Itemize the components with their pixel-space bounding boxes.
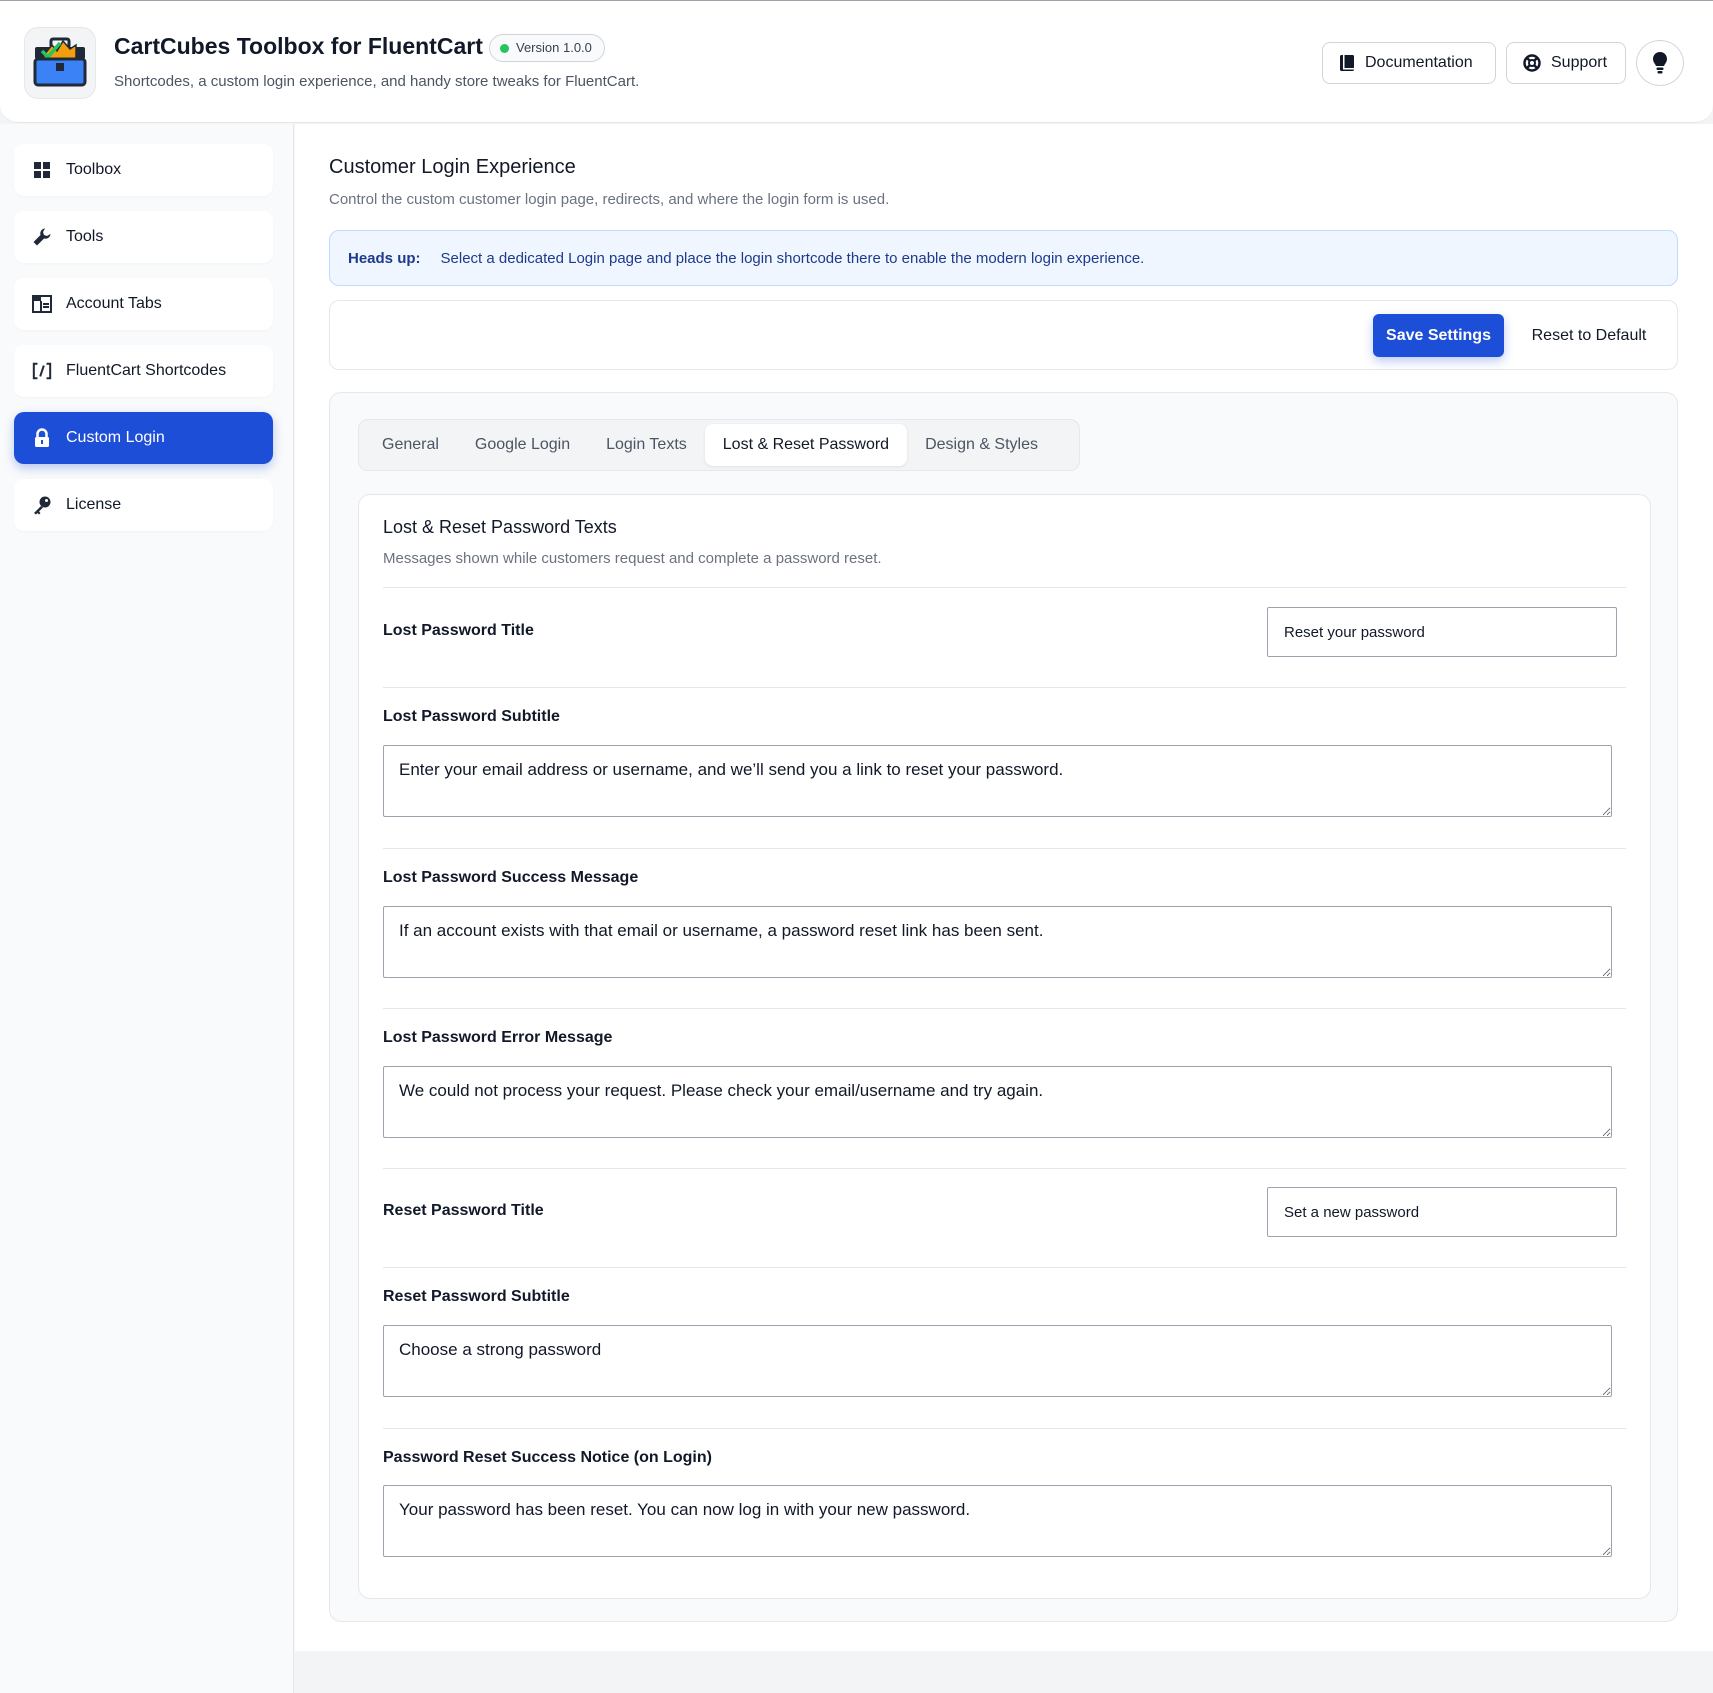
- page-subtitle: Control the custom customer login page, …: [329, 191, 890, 208]
- divider: [383, 1267, 1626, 1268]
- lost-password-title-label: Lost Password Title: [383, 622, 534, 639]
- divider: [383, 587, 1626, 588]
- lost-password-success-label: Lost Password Success Message: [383, 869, 639, 886]
- status-dot-icon: [500, 44, 509, 53]
- lost-password-subtitle-textarea[interactable]: Enter your email address or username, an…: [383, 745, 1612, 817]
- grid-icon: [32, 160, 52, 180]
- tab-design-styles[interactable]: Design & Styles: [907, 424, 1056, 466]
- reset-success-notice-textarea[interactable]: Your password has been reset. You can no…: [383, 1485, 1612, 1557]
- reset-password-subtitle-textarea[interactable]: Choose a strong password: [383, 1325, 1612, 1397]
- lost-password-title-input[interactable]: [1267, 607, 1617, 657]
- lost-password-error-textarea[interactable]: We could not process your request. Pleas…: [383, 1066, 1612, 1138]
- divider: [383, 1428, 1626, 1429]
- lost-password-error-label: Lost Password Error Message: [383, 1029, 613, 1046]
- support-label: Support: [1551, 54, 1608, 71]
- lost-password-success-textarea[interactable]: If an account exists with that email or …: [383, 906, 1612, 978]
- sidebar-item-label: Toolbox: [66, 161, 122, 178]
- app-subtitle: Shortcodes, a custom login experience, a…: [114, 73, 640, 90]
- page-title: Customer Login Experience: [329, 156, 576, 178]
- tab-login-texts[interactable]: Login Texts: [588, 424, 705, 466]
- sidebar-item-label: FluentCart Shortcodes: [66, 362, 227, 379]
- lock-icon: [32, 428, 52, 448]
- app-title: CartCubes Toolbox for FluentCart: [114, 33, 483, 59]
- toolbox-icon: [24, 27, 96, 99]
- reset-password-title-input[interactable]: [1267, 1187, 1617, 1237]
- reset-success-notice-label: Password Reset Success Notice (on Login): [383, 1449, 712, 1466]
- divider: [383, 848, 1626, 849]
- settings-panel: General Google Login Login Texts Lost & …: [329, 392, 1678, 1622]
- card-title: Lost & Reset Password Texts: [383, 517, 617, 537]
- sidebar-item-label: License: [66, 496, 122, 513]
- divider: [383, 1168, 1626, 1169]
- sidebar-item-label: Account Tabs: [66, 295, 162, 312]
- sidebar: Toolbox Tools Account Tabs FluentCart Sh…: [0, 124, 294, 1693]
- sidebar-item-custom-login[interactable]: Custom Login: [14, 412, 273, 464]
- shortcode-icon: [32, 361, 52, 381]
- main-content: Customer Login Experience Control the cu…: [295, 124, 1713, 1651]
- action-bar: Save Settings Reset to Default: [329, 300, 1678, 370]
- reset-to-default-button[interactable]: Reset to Default: [1516, 314, 1662, 357]
- lifebuoy-icon: [1523, 54, 1541, 72]
- card-subtitle: Messages shown while customers request a…: [383, 550, 882, 567]
- app-header: CartCubes Toolbox for FluentCart Version…: [0, 1, 1713, 123]
- key-icon: [32, 495, 52, 515]
- lightbulb-icon: [1653, 52, 1667, 74]
- notice-label: Heads up:: [348, 249, 421, 267]
- tab-general[interactable]: General: [364, 424, 457, 466]
- lost-password-subtitle-label: Lost Password Subtitle: [383, 708, 560, 725]
- sidebar-item-license[interactable]: License: [14, 479, 273, 531]
- sidebar-item-label: Tools: [66, 228, 104, 245]
- heads-up-notice: Heads up: Select a dedicated Login page …: [329, 230, 1678, 286]
- documentation-button[interactable]: Documentation: [1322, 42, 1496, 84]
- save-settings-button[interactable]: Save Settings: [1373, 314, 1504, 357]
- sidebar-item-toolbox[interactable]: Toolbox: [14, 144, 273, 196]
- tab-lost-reset-password[interactable]: Lost & Reset Password: [704, 424, 908, 466]
- support-button[interactable]: Support: [1506, 42, 1626, 84]
- version-badge: Version 1.0.0: [489, 34, 605, 62]
- sidebar-item-label: Custom Login: [66, 429, 165, 446]
- lost-reset-password-card: Lost & Reset Password Texts Messages sho…: [358, 494, 1651, 1599]
- reset-password-title-label: Reset Password Title: [383, 1202, 544, 1219]
- book-icon: [1340, 55, 1354, 71]
- divider: [383, 1008, 1626, 1009]
- wrench-icon: [32, 227, 52, 247]
- notice-text: Select a dedicated Login page and place …: [440, 249, 1145, 267]
- settings-tabs: General Google Login Login Texts Lost & …: [358, 419, 1080, 471]
- divider: [383, 687, 1626, 688]
- page-footer: [295, 1651, 1713, 1693]
- reset-password-subtitle-label: Reset Password Subtitle: [383, 1288, 570, 1305]
- documentation-label: Documentation: [1365, 54, 1473, 71]
- tabs-icon: [32, 294, 52, 314]
- tab-google-login[interactable]: Google Login: [457, 424, 588, 466]
- sidebar-item-fluentcart-shortcodes[interactable]: FluentCart Shortcodes: [14, 345, 273, 397]
- sidebar-item-tools[interactable]: Tools: [14, 211, 273, 263]
- sidebar-item-account-tabs[interactable]: Account Tabs: [14, 278, 273, 330]
- theme-toggle-button[interactable]: [1636, 40, 1684, 86]
- version-label: Version 1.0.0: [516, 40, 592, 55]
